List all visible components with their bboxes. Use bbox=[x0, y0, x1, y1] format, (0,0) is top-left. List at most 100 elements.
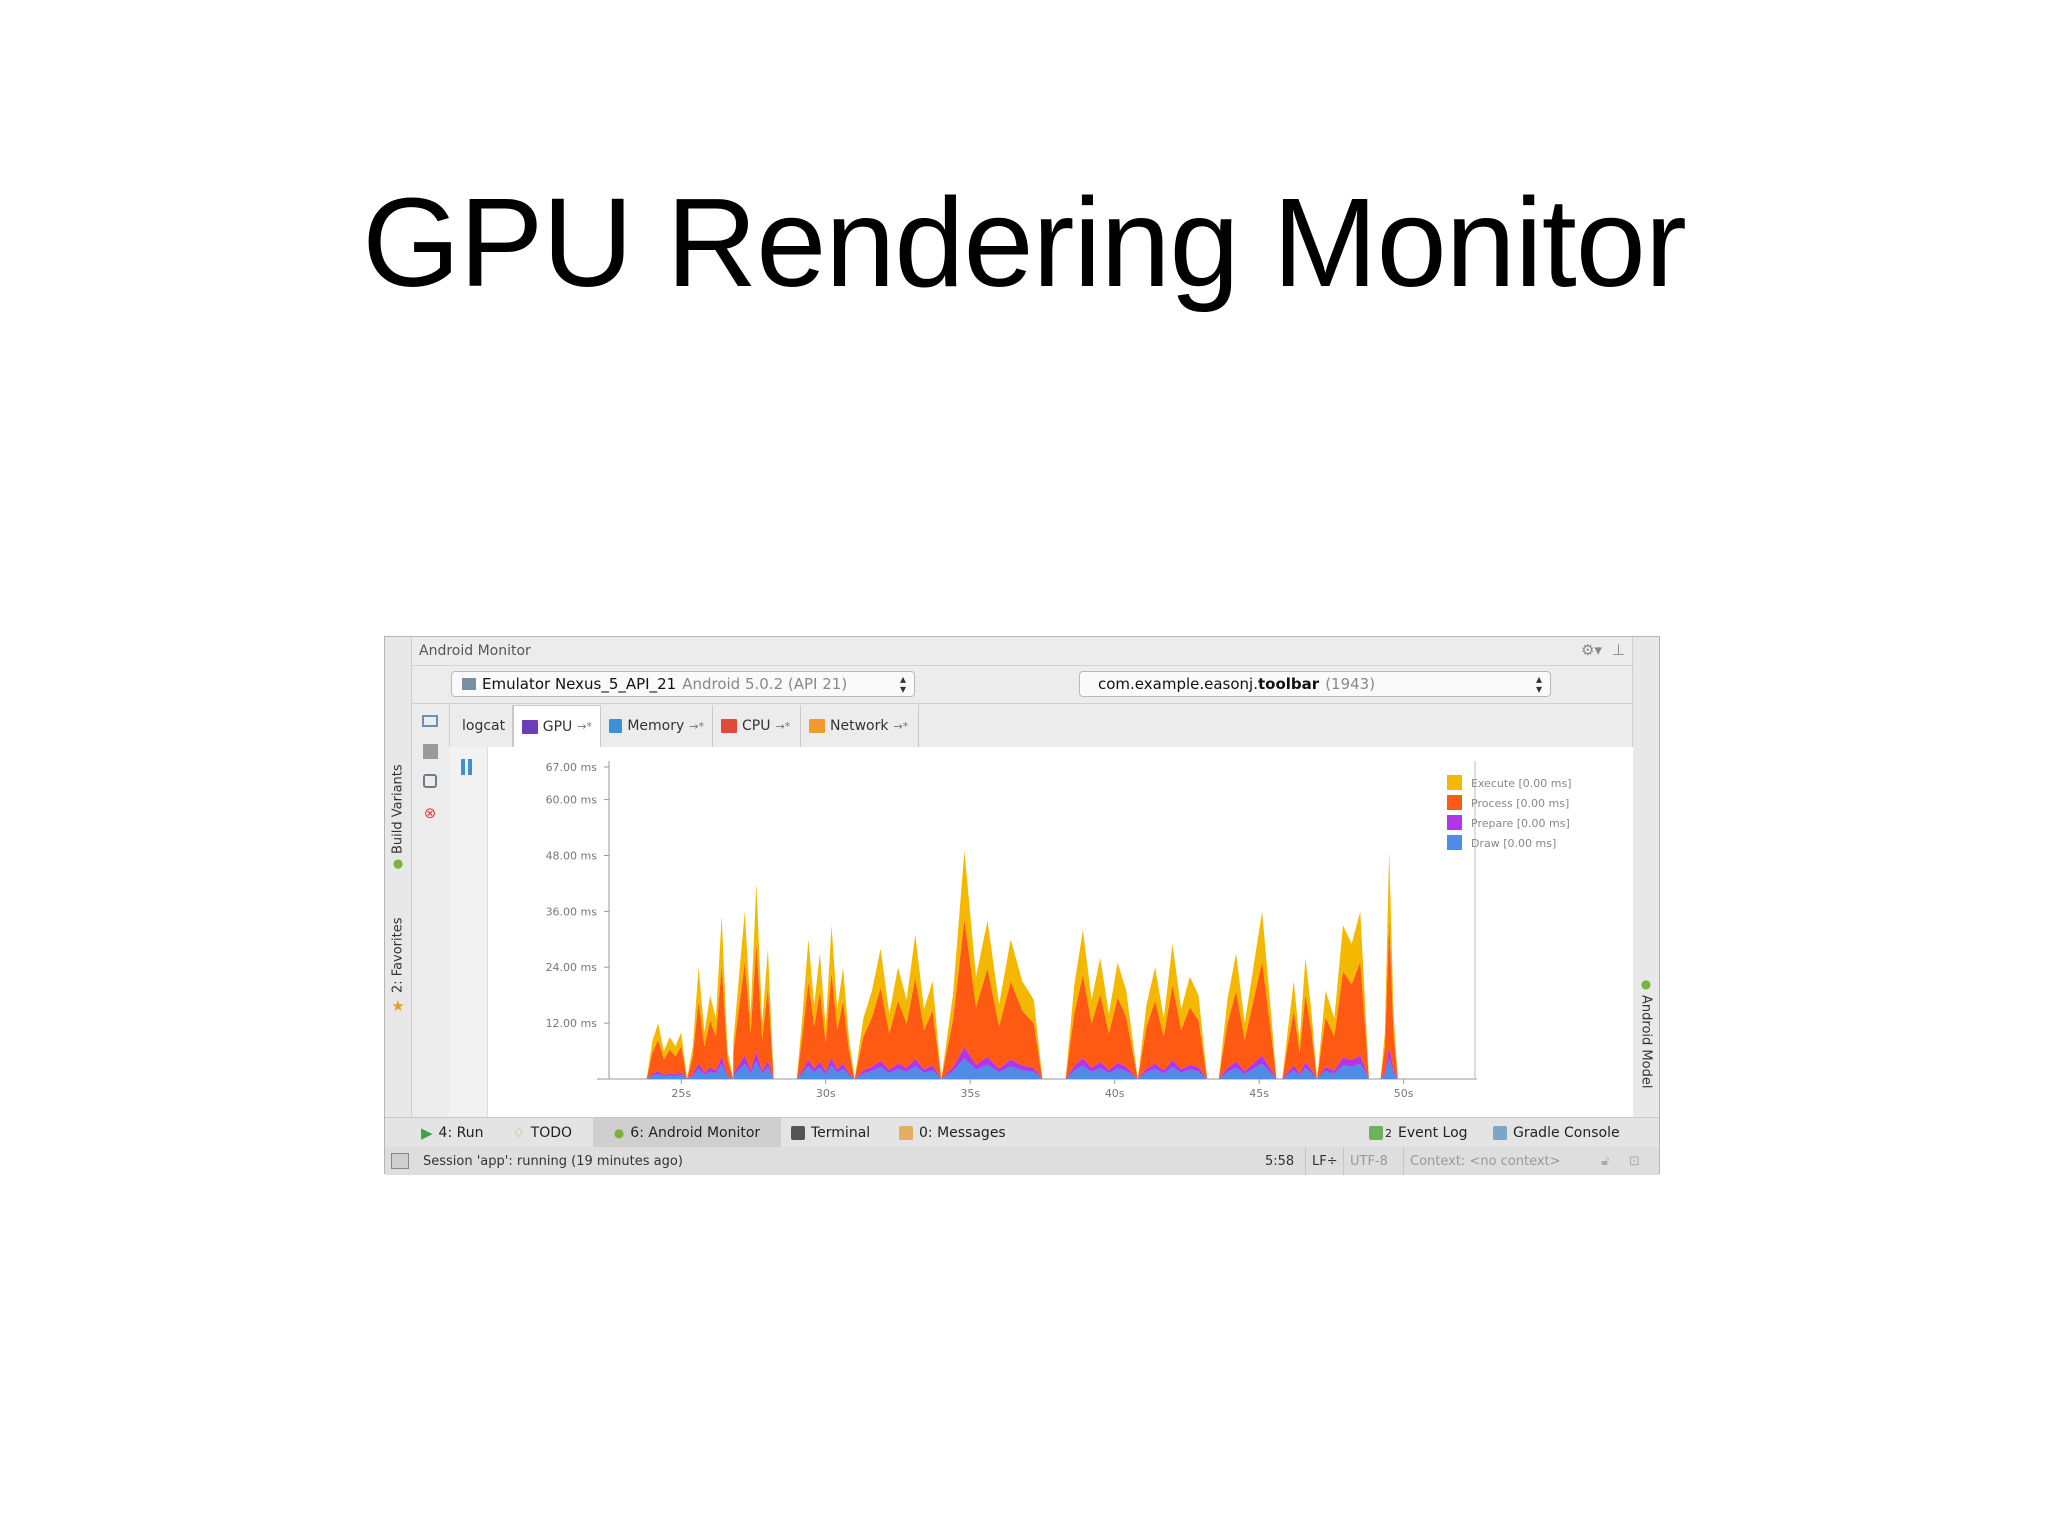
tab-cpu[interactable]: CPU →* bbox=[713, 705, 801, 747]
y-tick-label: 12.00 ms bbox=[546, 1017, 598, 1030]
tab-memory-label: Memory bbox=[627, 718, 685, 734]
right-tool-strip: ● Android Model bbox=[1632, 637, 1659, 1117]
y-tick-label: 36.00 ms bbox=[546, 905, 598, 918]
close-circle-icon[interactable]: ⊗ bbox=[420, 803, 440, 823]
tab-network-pin: →* bbox=[893, 719, 909, 733]
monitor-tabs: logcat GPU →* Memory →* CPU →* Network →… bbox=[449, 703, 1633, 748]
gpu-chart: 12.00 ms 24.00 ms 36.00 ms 48.00 ms 60.00 ms… bbox=[546, 761, 1572, 1100]
messages-tool-button[interactable]: 0: Messages bbox=[893, 1118, 1012, 1148]
tab-logcat[interactable]: logcat bbox=[449, 705, 513, 747]
process-combo[interactable]: com.example.easonj. toolbar (1943) ▴ ▾ bbox=[1079, 671, 1551, 697]
y-tick-label: 24.00 ms bbox=[546, 961, 598, 974]
favorites-tab[interactable]: ★ 2: Favorites bbox=[387, 885, 409, 1015]
y-tick-label: 60.00 ms bbox=[546, 794, 598, 807]
process-prefix: com.example.easonj. bbox=[1098, 675, 1258, 693]
run-tool-button[interactable]: ▶ 4: Run bbox=[415, 1118, 489, 1148]
x-tick-label: 45s bbox=[1249, 1087, 1269, 1100]
tab-cpu-pin: →* bbox=[775, 719, 791, 733]
terminal-tool-label: Terminal bbox=[811, 1125, 871, 1141]
android-monitor-icon: ● bbox=[613, 1126, 625, 1140]
messages-tool-label: 0: Messages bbox=[919, 1125, 1006, 1141]
cpu-icon bbox=[721, 719, 737, 733]
android-icon: ● bbox=[1639, 977, 1653, 991]
event-log-badge: 2 bbox=[1385, 1126, 1392, 1140]
tab-memory-pin: →* bbox=[689, 719, 704, 733]
device-selector-row: Emulator Nexus_5_API_21 Android 5.0.2 (A… bbox=[411, 665, 1633, 704]
gradle-console-tool-button[interactable]: Gradle Console bbox=[1487, 1118, 1626, 1148]
event-log-tool-label: Event Log bbox=[1398, 1125, 1468, 1141]
process-name: toolbar bbox=[1258, 675, 1320, 693]
file-encoding[interactable]: UTF-8 bbox=[1343, 1147, 1388, 1175]
todo-tool-label: TODO bbox=[530, 1125, 573, 1141]
device-detail: Android 5.0.2 (API 21) bbox=[682, 675, 848, 693]
hide-icon[interactable]: ⊥ bbox=[1612, 641, 1625, 659]
combo-arrows-icon: ▴ ▾ bbox=[1535, 672, 1542, 696]
event-log-icon bbox=[1369, 1126, 1383, 1140]
gradle-icon bbox=[1493, 1126, 1507, 1140]
tool-windows-toggle-icon[interactable] bbox=[391, 1147, 409, 1175]
cursor-position[interactable]: 5:58 bbox=[1265, 1147, 1294, 1175]
slide-title: GPU Rendering Monitor bbox=[362, 172, 1687, 313]
device-name: Emulator Nexus_5_API_21 bbox=[482, 675, 677, 693]
legend-swatch bbox=[1447, 815, 1462, 830]
x-tick-label: 30s bbox=[816, 1087, 836, 1100]
lock-icon[interactable]: 🔓︎ bbox=[1601, 1147, 1609, 1175]
stop-icon[interactable] bbox=[420, 741, 440, 761]
android-monitor-tool-label: 6: Android Monitor bbox=[630, 1125, 761, 1141]
android-monitor-window: ★ 2: Favorites ● Build Variants ● Androi… bbox=[384, 636, 1660, 1175]
x-tick-label: 25s bbox=[671, 1087, 691, 1100]
tab-gpu-pin: →* bbox=[577, 720, 592, 733]
legend-label: Prepare [0.00 ms] bbox=[1471, 817, 1570, 830]
event-log-tool-button[interactable]: 2 Event Log bbox=[1363, 1118, 1474, 1148]
terminal-icon bbox=[791, 1126, 805, 1140]
android-model-tab-label: Android Model bbox=[1638, 995, 1654, 1089]
legend-label: Execute [0.00 ms] bbox=[1471, 777, 1572, 790]
tab-network-label: Network bbox=[830, 718, 889, 734]
tab-cpu-label: CPU bbox=[742, 718, 771, 734]
monitor-tool-column: ⊗ bbox=[411, 703, 450, 1117]
todo-tool-button[interactable]: ♢ TODO bbox=[507, 1118, 578, 1148]
gpu-monitor-content: 12.00 ms 24.00 ms 36.00 ms 48.00 ms 60.00 ms… bbox=[449, 747, 1633, 1117]
inspector-icon[interactable]: ⊡ bbox=[1629, 1147, 1640, 1175]
network-icon bbox=[809, 719, 825, 733]
context-status[interactable]: Context: <no context> bbox=[1403, 1147, 1561, 1175]
legend-label: Draw [0.00 ms] bbox=[1471, 837, 1556, 850]
device-combo[interactable]: Emulator Nexus_5_API_21 Android 5.0.2 (A… bbox=[451, 671, 915, 697]
terminal-tool-button[interactable]: Terminal bbox=[785, 1118, 876, 1148]
android-icon: ● bbox=[391, 858, 405, 872]
android-monitor-tool-button[interactable]: ● 6: Android Monitor bbox=[593, 1118, 781, 1148]
combo-arrows-icon: ▴ ▾ bbox=[899, 672, 906, 696]
tab-memory[interactable]: Memory →* bbox=[601, 705, 713, 747]
build-variants-tab-label: Build Variants bbox=[390, 764, 406, 854]
android-model-tab[interactable]: ● Android Model bbox=[1635, 977, 1657, 1107]
device-icon bbox=[462, 678, 476, 690]
tab-logcat-label: logcat bbox=[462, 718, 506, 734]
gpu-icon bbox=[522, 719, 538, 734]
gear-icon[interactable]: ⚙▾ bbox=[1581, 641, 1602, 659]
left-tool-strip: ★ 2: Favorites ● Build Variants bbox=[385, 637, 412, 1117]
messages-icon bbox=[899, 1126, 913, 1140]
line-separator[interactable]: LF÷ bbox=[1305, 1147, 1338, 1175]
favorites-tab-label: 2: Favorites bbox=[390, 917, 406, 993]
run-icon: ▶ bbox=[421, 1124, 433, 1142]
legend-swatch bbox=[1447, 835, 1462, 850]
tab-network[interactable]: Network →* bbox=[801, 705, 919, 747]
star-icon: ★ bbox=[389, 997, 407, 1015]
y-tick-label: 48.00 ms bbox=[546, 849, 598, 862]
legend-swatch bbox=[1447, 795, 1462, 810]
gradle-console-tool-label: Gradle Console bbox=[1513, 1125, 1620, 1141]
todo-icon: ♢ bbox=[513, 1125, 525, 1141]
panel-title: Android Monitor bbox=[419, 643, 531, 659]
monitor-controls bbox=[449, 747, 488, 1117]
memory-icon bbox=[609, 719, 623, 733]
status-bar: Session 'app': running (19 minutes ago) … bbox=[385, 1147, 1659, 1175]
legend-label: Process [0.00 ms] bbox=[1471, 797, 1569, 810]
tab-gpu[interactable]: GPU →* bbox=[513, 705, 601, 747]
legend-swatch bbox=[1447, 775, 1462, 790]
pause-icon[interactable] bbox=[461, 759, 475, 775]
area-process-segment bbox=[687, 964, 734, 1079]
screen-record-icon[interactable] bbox=[420, 771, 440, 791]
build-variants-tab[interactable]: ● Build Variants bbox=[387, 742, 409, 872]
run-tool-label: 4: Run bbox=[438, 1125, 484, 1141]
screenshot-icon[interactable] bbox=[420, 711, 440, 731]
